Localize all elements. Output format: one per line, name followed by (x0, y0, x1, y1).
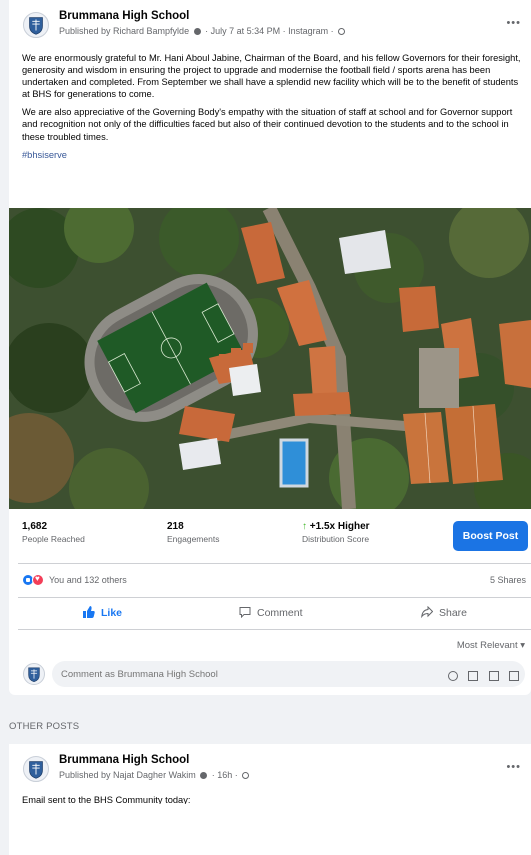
people-reached-value: 1,682 (22, 521, 48, 532)
publisher[interactable]: Published by Najat Dagher Wakim (59, 770, 196, 780)
up-arrow-icon: ↑ (302, 521, 307, 532)
page-avatar[interactable] (23, 12, 49, 38)
post-text: We are enormously grateful to Mr. Hani A… (22, 52, 527, 161)
boost-post-button[interactable]: Boost Post (453, 521, 528, 551)
post-paragraph: We are also appreciative of the Governin… (22, 107, 513, 142)
divider (18, 597, 531, 598)
people-reached-label: People Reached (22, 534, 85, 544)
distribution-score-value: +1.5x Higher (309, 521, 370, 532)
people-reached-stat[interactable]: 1,682 People Reached (22, 521, 85, 544)
page-name[interactable]: Brummana High School (59, 754, 189, 766)
post-photo[interactable] (9, 208, 531, 509)
publisher[interactable]: Published by Richard Bampfylde (59, 26, 189, 36)
page-name[interactable]: Brummana High School (59, 10, 189, 22)
comment-label: Comment (257, 607, 303, 619)
engagements-label: Engagements (167, 534, 220, 544)
globe-icon (242, 772, 250, 779)
comment-composer (9, 659, 531, 689)
more-options-button[interactable]: ••• (506, 761, 521, 773)
post-header: Brummana High School Published by Najat … (9, 752, 531, 788)
distribution-score-stat[interactable]: ↑ +1.5x Higher Distribution Score (302, 521, 370, 544)
love-reaction-icon (32, 574, 44, 586)
reactions-text[interactable]: You and 132 others (49, 575, 127, 585)
camera-icon[interactable] (468, 671, 479, 681)
post-time[interactable]: July 7 at 5:34 PM (211, 26, 281, 36)
like-label: Like (101, 607, 123, 619)
globe-icon (338, 28, 346, 35)
commenter-avatar (23, 663, 45, 685)
publisher-info-icon (200, 772, 208, 779)
shares-count[interactable]: 5 Shares (490, 575, 526, 585)
post-header: Brummana High School Published by Richar… (9, 8, 531, 44)
post-card: Brummana High School Published by Richar… (9, 0, 531, 695)
share-label: Share (439, 607, 468, 619)
divider (18, 563, 531, 564)
hashtag-link[interactable]: #bhsiserve (22, 149, 527, 161)
post-insights: 1,682 People Reached 218 Engagements ↑ +… (9, 509, 531, 561)
distribution-score-label: Distribution Score (302, 534, 370, 544)
page-avatar[interactable] (23, 756, 49, 782)
comment-input-tools (442, 668, 519, 686)
emoji-icon[interactable] (447, 671, 458, 681)
reactions-summary[interactable]: You and 132 others 5 Shares (22, 573, 528, 589)
comment-sort-dropdown[interactable]: Most Relevant ▾ (457, 640, 525, 651)
post-paragraph: We are enormously grateful to Mr. Hani A… (22, 53, 521, 100)
sticker-icon[interactable] (509, 671, 519, 681)
school-crest-icon (29, 761, 43, 779)
post-actions: Like Comment Share (9, 602, 531, 626)
more-options-button[interactable]: ••• (506, 17, 521, 29)
post-meta: Published by Richard Bampfylde · July 7 … (59, 26, 346, 36)
divider (18, 629, 531, 630)
comment-icon (239, 606, 251, 621)
school-crest-icon (29, 17, 43, 35)
share-icon (421, 605, 434, 621)
aerial-campus-photo (9, 208, 531, 509)
like-button[interactable]: Like (83, 606, 122, 622)
gif-icon[interactable] (488, 671, 499, 681)
engagements-value: 218 (167, 521, 184, 532)
other-posts-heading: OTHER POSTS (9, 721, 80, 732)
post-meta: Published by Najat Dagher Wakim · 16h · (59, 770, 250, 780)
post-text: Email sent to the BHS Community today: (22, 795, 191, 804)
post-source: Instagram (288, 26, 329, 36)
publisher-info-icon (193, 28, 201, 35)
share-button[interactable]: Share (421, 605, 468, 622)
engagements-stat[interactable]: 218 Engagements (167, 521, 219, 544)
other-post-card: Brummana High School Published by Najat … (9, 744, 531, 855)
post-time[interactable]: 16h (217, 770, 232, 780)
comment-button[interactable]: Comment (239, 606, 303, 622)
school-crest-icon (28, 667, 40, 683)
like-icon (83, 606, 95, 621)
